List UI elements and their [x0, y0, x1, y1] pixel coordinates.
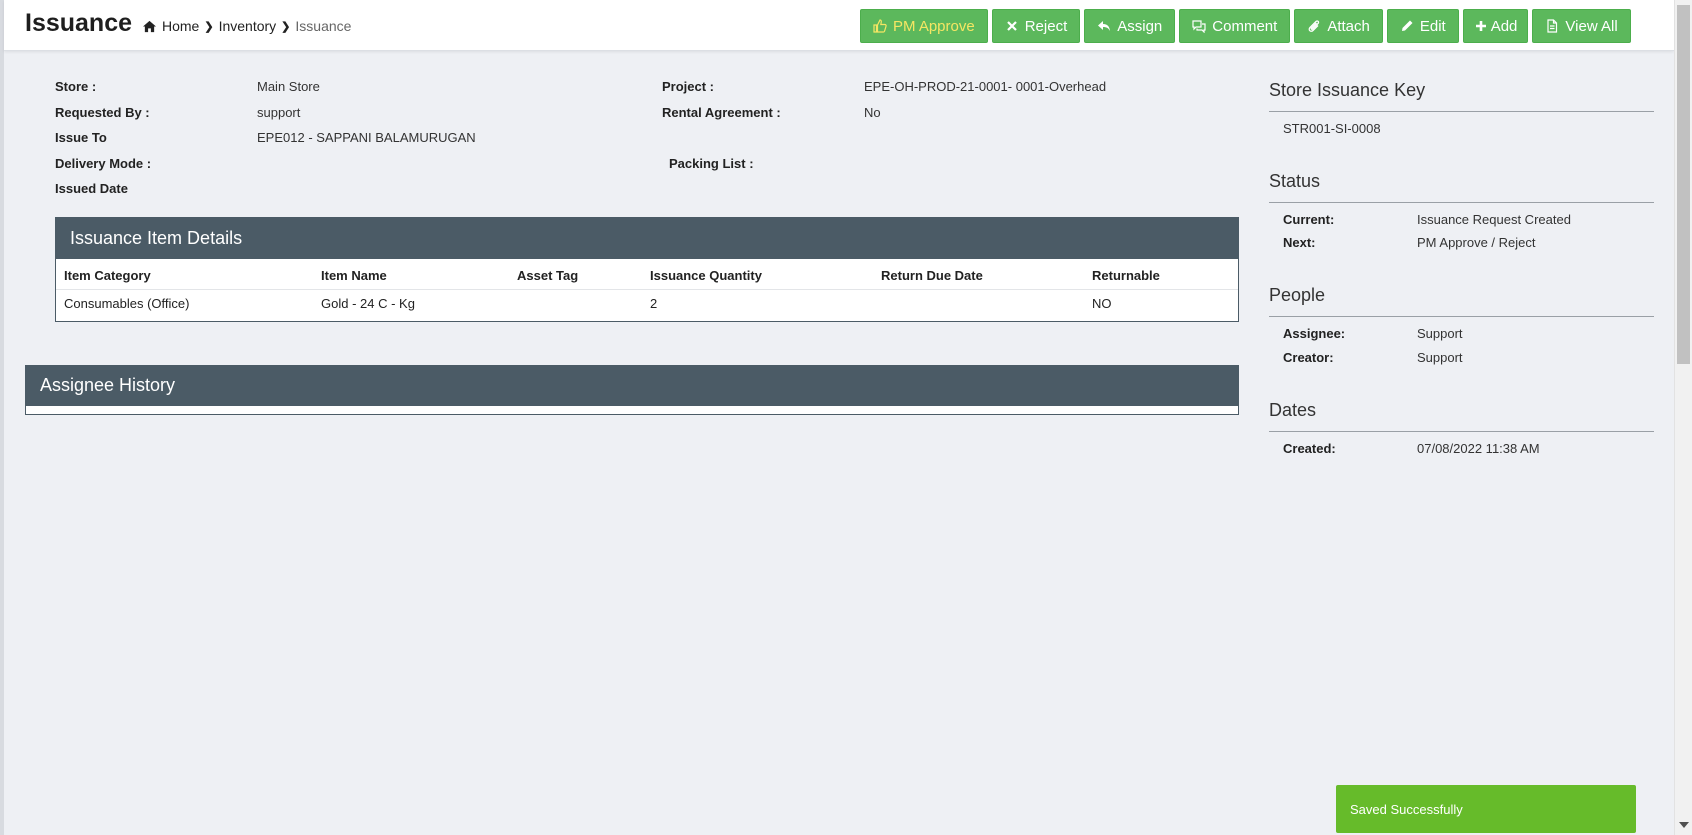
- breadcrumb-current: Issuance: [295, 18, 352, 34]
- column-header-asset-tag: Asset Tag: [517, 268, 579, 283]
- packing-list-label: Packing List :: [669, 156, 754, 171]
- assignee-history-body: [25, 406, 1239, 415]
- reject-button[interactable]: Reject: [991, 9, 1081, 43]
- assignee-history-panel-title: Assignee History: [40, 375, 176, 395]
- store-issuance-key-title: Store Issuance Key: [1269, 80, 1426, 100]
- page-left-border: [0, 0, 4, 835]
- issuance-items-panel-header: Issuance Item Details: [55, 217, 1239, 259]
- project-label: Project :: [662, 79, 715, 94]
- assignee-label: Assignee:: [1283, 326, 1346, 341]
- reply-icon: [1098, 21, 1111, 31]
- divider: [1269, 202, 1654, 203]
- attach-button[interactable]: Attach: [1294, 9, 1383, 43]
- file-icon: [1547, 19, 1558, 33]
- assign-button[interactable]: Assign: [1084, 9, 1176, 43]
- toast-message: Saved Successfully: [1350, 801, 1463, 817]
- assign-label: Assign: [1117, 17, 1163, 35]
- people-title: People: [1269, 285, 1326, 305]
- pencil-icon: [1401, 20, 1413, 31]
- issue-to-label: Issue To: [55, 130, 107, 145]
- comments-icon: [1192, 20, 1206, 33]
- plus-icon: [1475, 21, 1486, 31]
- column-header-item-category: Item Category: [64, 268, 151, 283]
- divider: [1269, 111, 1654, 112]
- reject-label: Reject: [1024, 17, 1068, 35]
- paperclip-icon: [1308, 20, 1320, 32]
- dates-title: Dates: [1269, 400, 1317, 420]
- add-label: Add: [1490, 17, 1518, 35]
- breadcrumb-inventory-link[interactable]: Inventory: [219, 18, 277, 34]
- table-cell-issuance-quantity: 2: [650, 296, 658, 311]
- pm-approve-label: PM Approve: [893, 17, 975, 35]
- chevron-right-icon: ❯: [204, 20, 214, 33]
- issuance-items-panel-title: Issuance Item Details: [70, 227, 243, 248]
- assignee-history-panel-header[interactable]: Assignee History: [25, 365, 1239, 406]
- status-next-label: Next:: [1283, 235, 1316, 250]
- created-label: Created:: [1283, 441, 1336, 456]
- comment-button[interactable]: Comment: [1179, 9, 1291, 43]
- page-title: Issuance: [25, 9, 133, 37]
- issue-to-value: EPE012 - SAPPANI BALAMURUGAN: [257, 130, 476, 145]
- attach-label: Attach: [1327, 17, 1370, 35]
- table-cell-returnable: NO: [1092, 296, 1112, 311]
- vertical-scrollbar[interactable]: [1674, 0, 1692, 835]
- project-value: EPE-OH-PROD-21-0001- 0001-Overhead: [864, 79, 1107, 94]
- success-toast: Saved Successfully: [1336, 785, 1636, 833]
- status-current-label: Current:: [1283, 212, 1335, 227]
- creator-label: Creator:: [1283, 350, 1334, 365]
- creator-value: Support: [1417, 350, 1463, 365]
- scroll-down-arrow-icon[interactable]: [1679, 822, 1689, 828]
- thumbs-up-icon: [873, 19, 887, 33]
- chevron-right-icon: ❯: [281, 20, 291, 33]
- column-header-return-due-date: Return Due Date: [881, 268, 983, 283]
- view-all-label: View All: [1565, 17, 1618, 35]
- action-toolbar: PM Approve Reject Assign Comment Attach …: [860, 9, 1631, 43]
- store-issuance-key-value: STR001-SI-0008: [1283, 121, 1381, 136]
- column-header-returnable: Returnable: [1092, 268, 1160, 283]
- table-cell-item-name: Gold - 24 C - Kg: [321, 296, 415, 311]
- column-header-issuance-quantity: Issuance Quantity: [650, 268, 762, 283]
- edit-button[interactable]: Edit: [1386, 9, 1459, 43]
- table-row-divider: [56, 289, 1238, 290]
- close-icon: [1006, 21, 1017, 31]
- status-title: Status: [1269, 171, 1321, 191]
- divider: [1269, 316, 1654, 317]
- issued-date-label: Issued Date: [55, 181, 128, 196]
- divider: [1269, 431, 1654, 432]
- view-all-button[interactable]: View All: [1532, 9, 1631, 43]
- comment-label: Comment: [1212, 17, 1278, 35]
- store-label: Store :: [55, 79, 97, 94]
- breadcrumb: Home ❯ Inventory ❯ Issuance: [142, 18, 351, 34]
- assignee-value: Support: [1417, 326, 1463, 341]
- home-icon: [143, 20, 156, 32]
- requested-by-label: Requested By :: [55, 105, 150, 120]
- status-next-value: PM Approve / Reject: [1417, 235, 1536, 250]
- status-current-value: Issuance Request Created: [1417, 212, 1571, 227]
- column-header-item-name: Item Name: [321, 268, 387, 283]
- rental-agreement-label: Rental Agreement :: [662, 105, 781, 120]
- add-button[interactable]: Add: [1462, 9, 1529, 43]
- table-cell-item-category: Consumables (Office): [64, 296, 190, 311]
- store-value: Main Store: [257, 79, 320, 94]
- edit-label: Edit: [1419, 17, 1446, 35]
- created-value: 07/08/2022 11:38 AM: [1417, 441, 1540, 456]
- issuance-items-table: Item Category Item Name Asset Tag Issuan…: [55, 259, 1239, 322]
- requested-by-value: support: [257, 105, 301, 120]
- rental-agreement-value: No: [864, 105, 881, 120]
- scrollbar-thumb[interactable]: [1677, 5, 1690, 364]
- delivery-mode-label: Delivery Mode :: [55, 156, 152, 171]
- pm-approve-button[interactable]: PM Approve: [860, 9, 988, 43]
- breadcrumb-home-link[interactable]: Home: [162, 18, 199, 34]
